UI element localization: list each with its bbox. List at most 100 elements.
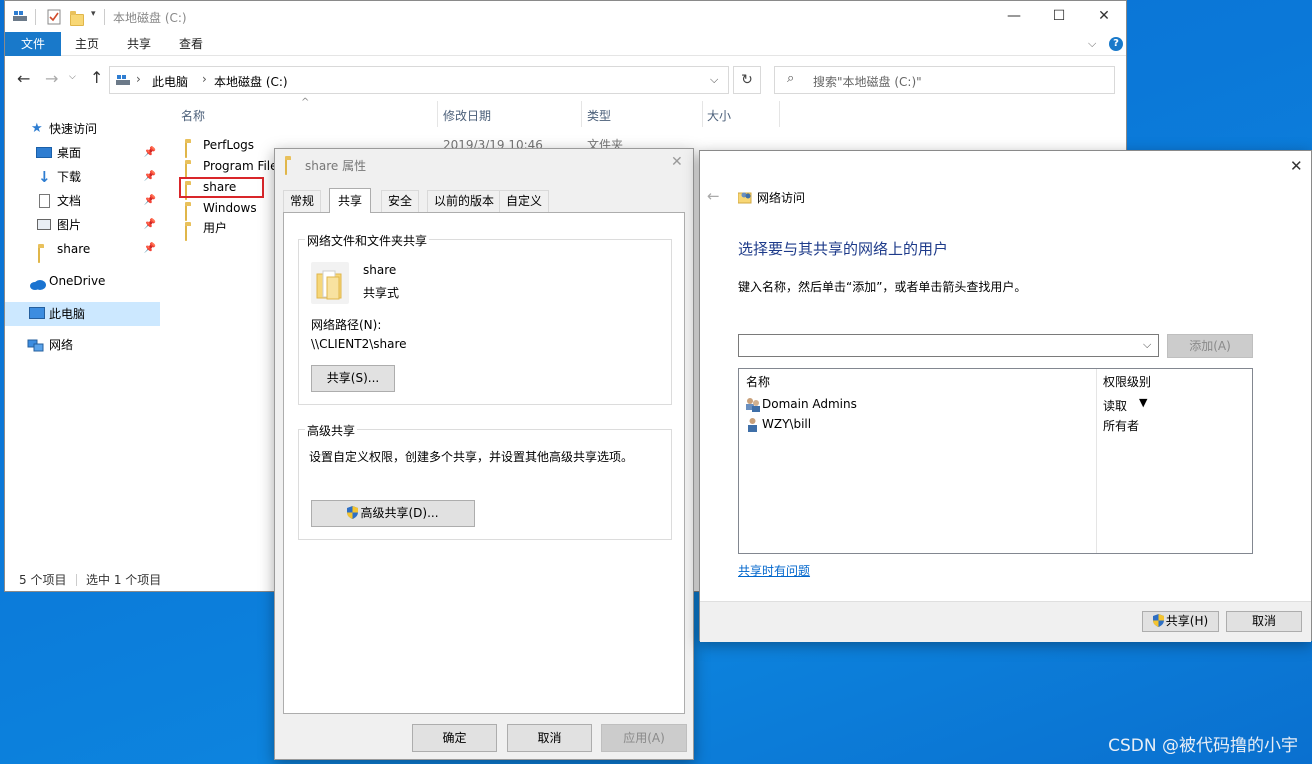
user-name-combobox[interactable]: ⌵: [738, 334, 1159, 357]
nav-desktop[interactable]: 桌面 📌: [5, 142, 160, 164]
refresh-icon[interactable]: ↻: [733, 66, 761, 94]
close-icon[interactable]: ✕: [1290, 157, 1303, 175]
folder-icon: [38, 247, 40, 263]
help-icon[interactable]: ?: [1109, 37, 1123, 51]
status-selected: 选中 1 个项目: [86, 573, 162, 587]
network-share-group: 网络文件和文件夹共享 share 共享式 网络路径(N): \\CLIENT2\…: [298, 232, 672, 405]
cancel-button[interactable]: 取消: [1226, 611, 1302, 632]
address-bar[interactable]: › 此电脑 › 本地磁盘 (C:) ⌵: [109, 66, 729, 94]
column-date[interactable]: 修改日期: [443, 107, 491, 124]
ribbon-tabs: 文件 主页 共享 查看 ⌵ ?: [5, 32, 1126, 56]
advanced-share-button[interactable]: 高级共享(D)...: [311, 500, 475, 527]
cancel-button[interactable]: 取消: [507, 724, 592, 752]
search-input[interactable]: ⌕ 搜索"本地磁盘 (C:)": [774, 66, 1115, 94]
up-icon[interactable]: ↑: [90, 68, 103, 87]
user-icon: [747, 417, 758, 435]
user-name: Domain Admins: [762, 397, 857, 411]
dialog-instruction: 键入名称，然后单击“添加”，或者单击箭头查找用户。: [738, 280, 1027, 294]
group-users-icon: [745, 397, 761, 415]
nav-this-pc-label: 此电脑: [49, 307, 86, 321]
star-icon: ★: [31, 121, 43, 136]
path-label: 网络路径(N):: [311, 318, 382, 332]
nav-documents[interactable]: 文档 📌: [5, 190, 160, 212]
permission-value: 所有者: [1103, 419, 1140, 433]
nav-onedrive[interactable]: OneDrive: [5, 270, 160, 292]
nav-share-label: share: [57, 242, 91, 256]
minimize-button[interactable]: —: [991, 1, 1037, 32]
tab-home[interactable]: 主页: [65, 32, 109, 56]
share-button[interactable]: 共享(S)...: [311, 365, 395, 392]
column-name[interactable]: 名称: [746, 373, 770, 390]
advanced-description: 设置自定义权限，创建多个共享，并设置其他高级共享选项。: [309, 450, 634, 464]
table-row[interactable]: WZY\bill 所有者: [739, 415, 1252, 435]
column-divider: [437, 101, 438, 127]
tab-customize[interactable]: 自定义: [499, 190, 550, 212]
tab-share[interactable]: 共享: [117, 32, 161, 56]
breadcrumb-this-pc[interactable]: 此电脑: [152, 73, 188, 90]
breadcrumb-drive[interactable]: 本地磁盘 (C:): [214, 73, 288, 90]
nav-pictures[interactable]: 图片 📌: [5, 214, 160, 236]
share-button[interactable]: 共享(H): [1142, 611, 1219, 632]
close-icon[interactable]: ✕: [671, 154, 683, 170]
tab-sharing[interactable]: 共享: [329, 188, 372, 213]
qat-dropdown-icon[interactable]: ▾: [91, 9, 96, 19]
network-access-dialog: ✕ ← 网络访问 选择要与其共享的网络上的用户 键入名称，然后单击“添加”，或者…: [699, 150, 1312, 642]
nav-desktop-label: 桌面: [57, 146, 82, 160]
new-folder-icon[interactable]: [70, 10, 84, 26]
maximize-button[interactable]: ☐: [1036, 1, 1082, 32]
pin-icon[interactable]: 📌: [144, 142, 156, 164]
tab-view[interactable]: 查看: [169, 32, 213, 56]
network-access-icon: [737, 190, 753, 207]
nav-downloads-label: 下载: [57, 170, 82, 184]
permission-value: 读取: [1103, 399, 1128, 413]
nav-share[interactable]: share 📌: [5, 238, 160, 263]
file-name: PerfLogs: [203, 138, 255, 152]
nav-this-pc[interactable]: 此电脑: [5, 302, 160, 326]
apply-button[interactable]: 应用(A): [601, 724, 687, 752]
breadcrumb-sep-2: ›: [202, 72, 207, 86]
dialog-footer: 共享(H) 取消: [700, 601, 1311, 642]
network-icon: [27, 338, 44, 360]
cloud-icon: [29, 275, 46, 297]
nav-pictures-label: 图片: [57, 218, 82, 232]
column-type[interactable]: 类型: [587, 107, 611, 124]
pin-icon[interactable]: 📌: [144, 238, 156, 260]
pin-icon[interactable]: 📌: [144, 166, 156, 188]
column-divider: [581, 101, 582, 127]
recent-dropdown-icon[interactable]: ⌵: [69, 72, 76, 82]
add-button[interactable]: 添加(A): [1167, 334, 1253, 358]
title-bar: ▾ 本地磁盘 (C:) — ☐ ✕: [5, 1, 1126, 32]
help-link[interactable]: 共享时有问题: [738, 562, 810, 579]
pc-icon: [116, 74, 130, 89]
close-button[interactable]: ✕: [1081, 1, 1127, 32]
sort-arrow-icon: ^: [301, 97, 310, 108]
column-size[interactable]: 大小: [707, 107, 731, 124]
tab-file[interactable]: 文件: [5, 32, 61, 56]
folder-name: share: [363, 263, 397, 277]
tab-previous-versions[interactable]: 以前的版本: [427, 190, 502, 212]
column-name[interactable]: 名称: [181, 107, 205, 124]
address-dropdown-icon[interactable]: ⌵: [710, 73, 718, 87]
ribbon-expand-icon[interactable]: ⌵: [1088, 37, 1096, 51]
back-icon[interactable]: ←: [17, 69, 30, 88]
pin-icon[interactable]: 📌: [144, 190, 156, 212]
permission-dropdown[interactable]: 读取 ▼: [1103, 396, 1163, 413]
tab-security[interactable]: 安全: [381, 190, 420, 212]
nav-downloads[interactable]: ↓ 下载 📌: [5, 166, 160, 188]
chevron-down-icon[interactable]: ⌵: [1143, 338, 1151, 352]
shared-folder-icon: [311, 262, 349, 304]
nav-quick-access[interactable]: ★ 快速访问: [5, 118, 160, 140]
column-permission[interactable]: 权限级别: [1103, 373, 1151, 390]
forward-icon[interactable]: →: [45, 69, 58, 88]
back-icon[interactable]: ←: [707, 187, 720, 205]
tab-general[interactable]: 常规: [283, 190, 322, 212]
uac-shield-icon: [347, 506, 359, 519]
table-row[interactable]: Domain Admins 读取 ▼: [739, 395, 1252, 415]
pin-icon[interactable]: 📌: [144, 214, 156, 236]
nav-network-label: 网络: [49, 338, 74, 352]
folder-icon: [185, 225, 187, 241]
qat-divider: [35, 9, 36, 25]
properties-icon[interactable]: [47, 9, 61, 28]
nav-network[interactable]: 网络: [5, 334, 160, 356]
ok-button[interactable]: 确定: [412, 724, 497, 752]
